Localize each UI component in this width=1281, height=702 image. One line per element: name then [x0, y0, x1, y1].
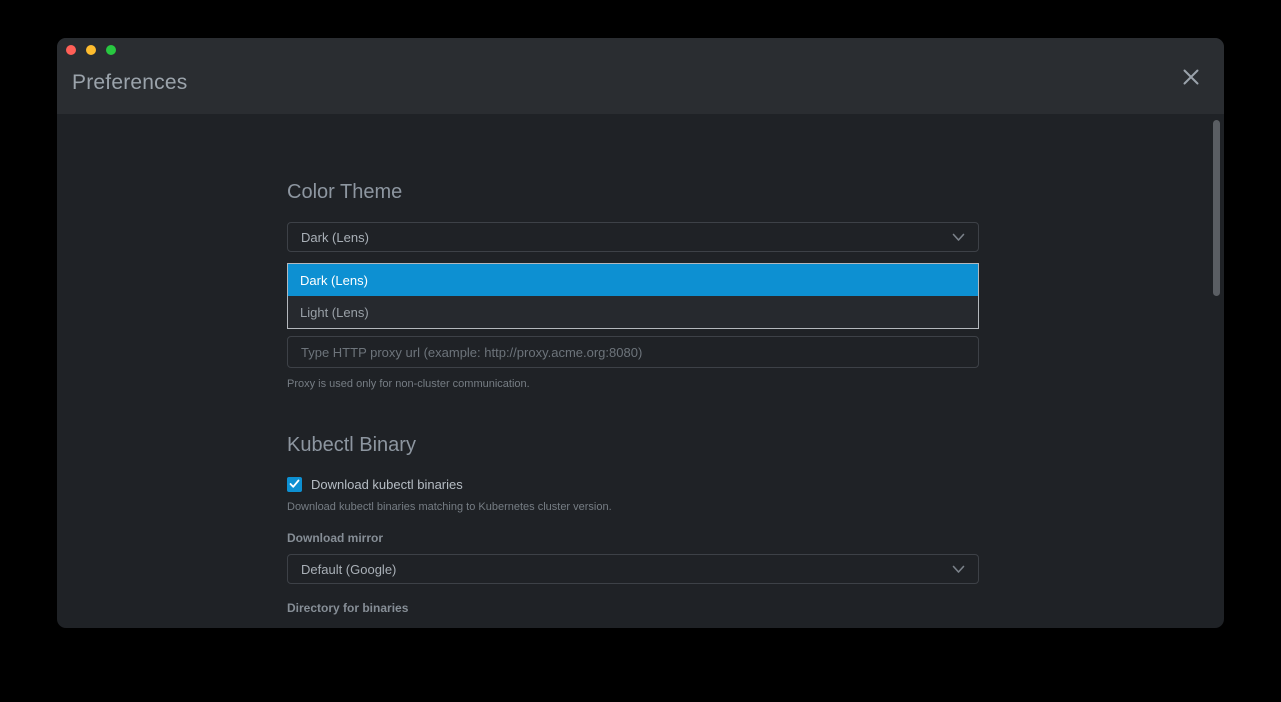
- download-kubectl-checkbox[interactable]: [287, 477, 302, 492]
- color-theme-dropdown-menu: Dark (Lens) Light (Lens): [287, 263, 979, 329]
- download-kubectl-checkbox-label: Download kubectl binaries: [311, 477, 463, 492]
- dropdown-option-dark-lens[interactable]: Dark (Lens): [288, 264, 978, 296]
- traffic-lights: [66, 45, 116, 55]
- titlebar: Preferences: [57, 38, 1224, 114]
- chevron-down-icon: [952, 565, 965, 574]
- minimize-traffic-light[interactable]: [86, 45, 96, 55]
- preferences-body: Color Theme Dark (Lens) Dark (Lens) Ligh…: [57, 114, 1224, 628]
- color-theme-select[interactable]: Dark (Lens): [287, 222, 979, 252]
- close-traffic-light[interactable]: [66, 45, 76, 55]
- page-title: Preferences: [72, 71, 187, 95]
- directory-for-binaries-label: Directory for binaries: [287, 601, 979, 616]
- kubectl-binary-heading: Kubectl Binary: [287, 431, 979, 459]
- close-button[interactable]: [1178, 64, 1204, 90]
- preferences-content: Color Theme Dark (Lens) Dark (Lens) Ligh…: [287, 114, 979, 628]
- checkmark-icon: [289, 479, 300, 489]
- download-kubectl-description: Download kubectl binaries matching to Ku…: [287, 500, 979, 514]
- download-kubectl-checkbox-row[interactable]: Download kubectl binaries: [287, 475, 979, 493]
- download-mirror-label: Download mirror: [287, 531, 979, 546]
- preferences-window: Preferences Color Theme Dark (Lens): [57, 38, 1224, 628]
- zoom-traffic-light[interactable]: [106, 45, 116, 55]
- http-proxy-input[interactable]: [287, 336, 979, 368]
- dropdown-option-light-lens[interactable]: Light (Lens): [288, 296, 978, 328]
- chevron-down-icon: [952, 233, 965, 242]
- download-mirror-select-value: Default (Google): [301, 562, 396, 577]
- color-theme-heading: Color Theme: [287, 178, 979, 206]
- close-icon: [1180, 66, 1202, 88]
- color-theme-select-value: Dark (Lens): [301, 230, 369, 245]
- http-proxy-hint: Proxy is used only for non-cluster commu…: [287, 377, 979, 391]
- scrollbar-thumb[interactable]: [1213, 120, 1220, 296]
- download-mirror-select[interactable]: Default (Google): [287, 554, 979, 584]
